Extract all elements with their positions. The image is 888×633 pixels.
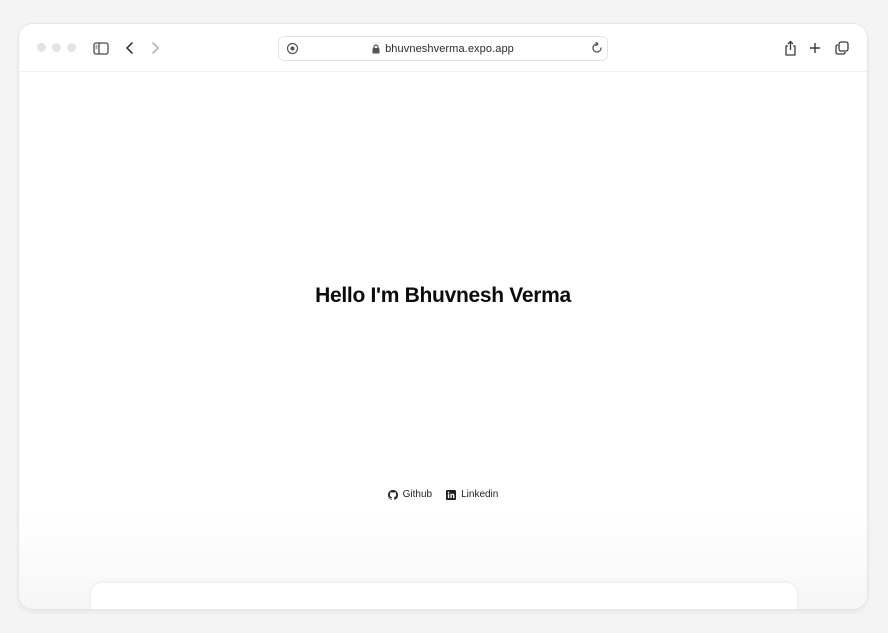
reload-icon[interactable] bbox=[588, 39, 606, 57]
url-display: bhuvneshverma.expo.app bbox=[279, 37, 607, 60]
social-links: Github Linkedin bbox=[19, 489, 867, 500]
url-text: bhuvneshverma.expo.app bbox=[385, 42, 514, 55]
tabs-overview-icon[interactable] bbox=[833, 39, 851, 57]
plus-icon[interactable] bbox=[806, 39, 824, 57]
page-title: Hello I'm Bhuvnesh Verma bbox=[315, 284, 571, 307]
lock-icon bbox=[372, 43, 380, 54]
github-link-label: Github bbox=[402, 489, 433, 500]
github-icon bbox=[387, 489, 398, 500]
chevron-right-icon[interactable] bbox=[146, 39, 164, 57]
browser-toolbar: bhuvneshverma.expo.app bbox=[19, 24, 867, 72]
content-card bbox=[90, 582, 798, 609]
page-content: Hello I'm Bhuvnesh Verma Github Linkedin bbox=[19, 72, 867, 609]
github-link[interactable]: Github bbox=[387, 489, 433, 500]
share-icon[interactable] bbox=[781, 39, 799, 57]
linkedin-link-label: Linkedin bbox=[461, 489, 499, 500]
browser-window: bhuvneshverma.expo.app Hello I'm Bhuvnes… bbox=[19, 24, 867, 609]
close-window-button[interactable] bbox=[37, 43, 46, 52]
address-bar[interactable]: bhuvneshverma.expo.app bbox=[278, 36, 608, 61]
linkedin-link[interactable]: Linkedin bbox=[446, 489, 498, 500]
linkedin-icon bbox=[446, 489, 457, 500]
sidebar-icon[interactable] bbox=[92, 39, 110, 57]
chevron-left-icon[interactable] bbox=[121, 39, 139, 57]
minimize-window-button[interactable] bbox=[52, 43, 61, 52]
zoom-window-button[interactable] bbox=[67, 43, 76, 52]
